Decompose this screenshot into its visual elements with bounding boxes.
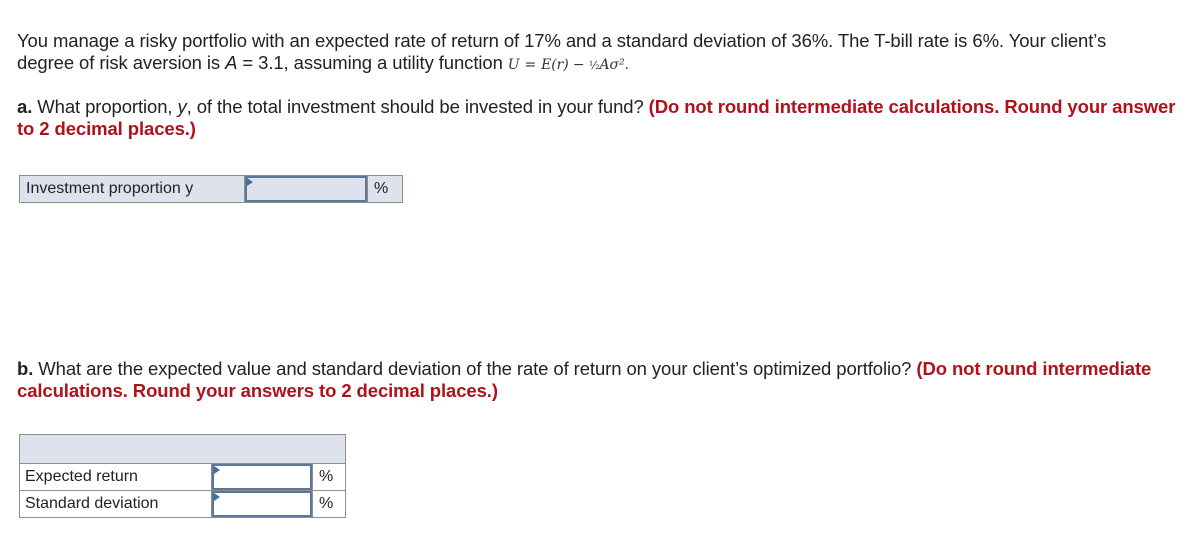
- question-a: a. What proportion, y, of the total inve…: [17, 96, 1187, 140]
- investment-proportion-cell: [244, 175, 368, 203]
- standard-deviation-label: Standard deviation: [19, 490, 212, 518]
- expected-return-cell: [211, 463, 313, 491]
- investment-proportion-label: Investment proportion y: [19, 175, 245, 203]
- percent-unit: %: [312, 463, 346, 491]
- problem-sentence-2: degree of risk aversion is: [17, 52, 226, 73]
- problem-statement: You manage a risky portfolio with an exp…: [17, 30, 1187, 77]
- table-header-cell: [19, 434, 346, 464]
- risk-aversion-variable: A: [225, 52, 238, 73]
- question-a-text-pre: What proportion,: [32, 96, 178, 117]
- table-header-row: [19, 434, 346, 464]
- table-row: Expected return %: [19, 463, 346, 491]
- question-b-letter: b.: [17, 358, 34, 379]
- question-b: b. What are the expected value and stand…: [17, 358, 1187, 402]
- utility-formula: U = E(r) − ½Aσ².: [508, 57, 629, 73]
- standard-deviation-input[interactable]: [212, 491, 312, 517]
- risk-aversion-value: = 3.1, assuming a utility function: [237, 52, 508, 73]
- table-row: Standard deviation %: [19, 490, 346, 518]
- formula-u: U: [507, 57, 520, 73]
- expected-return-input[interactable]: [212, 464, 312, 490]
- problem-sentence-1: You manage a risky portfolio with an exp…: [17, 30, 1107, 51]
- answer-table-b: Expected return % Standard deviation %: [19, 434, 346, 518]
- question-a-variable: y: [177, 96, 187, 117]
- formula-equals: =: [524, 57, 537, 73]
- answer-table-a: Investment proportion y %: [19, 175, 403, 203]
- standard-deviation-cell: [211, 490, 313, 518]
- investment-proportion-input[interactable]: [245, 176, 367, 202]
- formula-half: ½: [588, 59, 600, 72]
- percent-unit: %: [312, 490, 346, 518]
- formula-expected-return: E(r) −: [541, 57, 589, 73]
- question-a-text-post: , of the total investment should be inve…: [186, 96, 649, 117]
- expected-return-label: Expected return: [19, 463, 212, 491]
- question-b-text: What are the expected value and standard…: [33, 358, 917, 379]
- formula-variance-term: Aσ².: [599, 57, 629, 73]
- table-row: Investment proportion y %: [19, 175, 403, 203]
- percent-unit: %: [367, 175, 403, 203]
- question-a-letter: a.: [17, 96, 33, 117]
